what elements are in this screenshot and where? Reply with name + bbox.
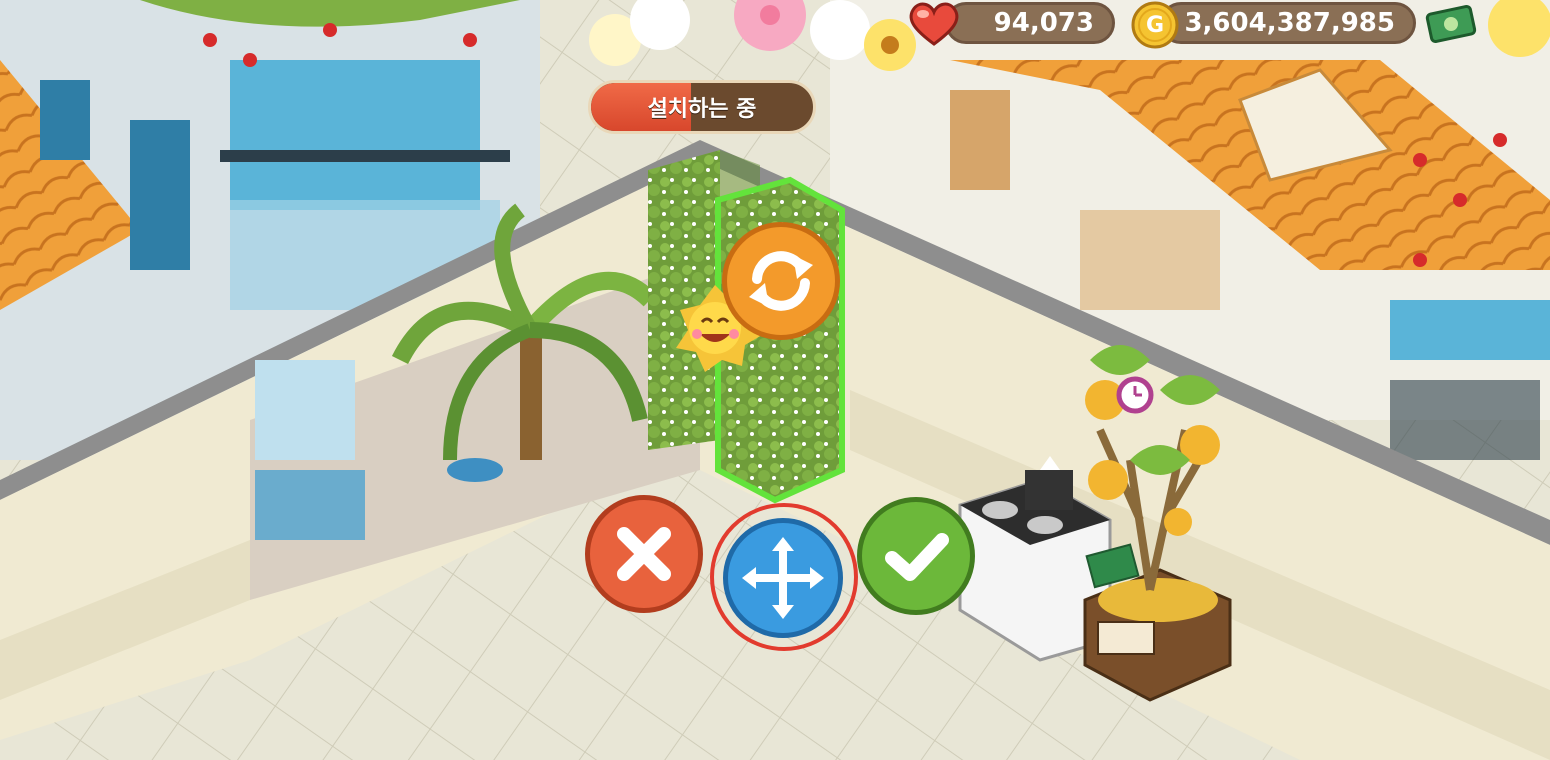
rotate-button[interactable] — [722, 222, 840, 340]
coins-value: 3,604,387,985 — [1184, 8, 1395, 38]
confirm-button[interactable] — [857, 497, 975, 615]
hearts-counter: 94,073 — [945, 2, 1115, 44]
hearts-value: 94,073 — [993, 8, 1094, 38]
installing-label: 설치하는 중 — [647, 97, 757, 122]
coins-counter: 3,604,387,985 — [1160, 2, 1416, 44]
rotate-icon — [749, 251, 813, 311]
installing-status: 설치하는 중 — [588, 80, 816, 134]
close-icon — [617, 527, 671, 581]
heart-icon — [909, 2, 959, 46]
cash-icon — [1425, 4, 1477, 44]
move-button[interactable] — [723, 518, 843, 638]
cash-button[interactable] — [1425, 2, 1477, 44]
coin-symbol: G — [1145, 12, 1165, 38]
move-icon — [742, 537, 824, 619]
cancel-button[interactable] — [585, 495, 703, 613]
check-icon — [885, 533, 949, 581]
